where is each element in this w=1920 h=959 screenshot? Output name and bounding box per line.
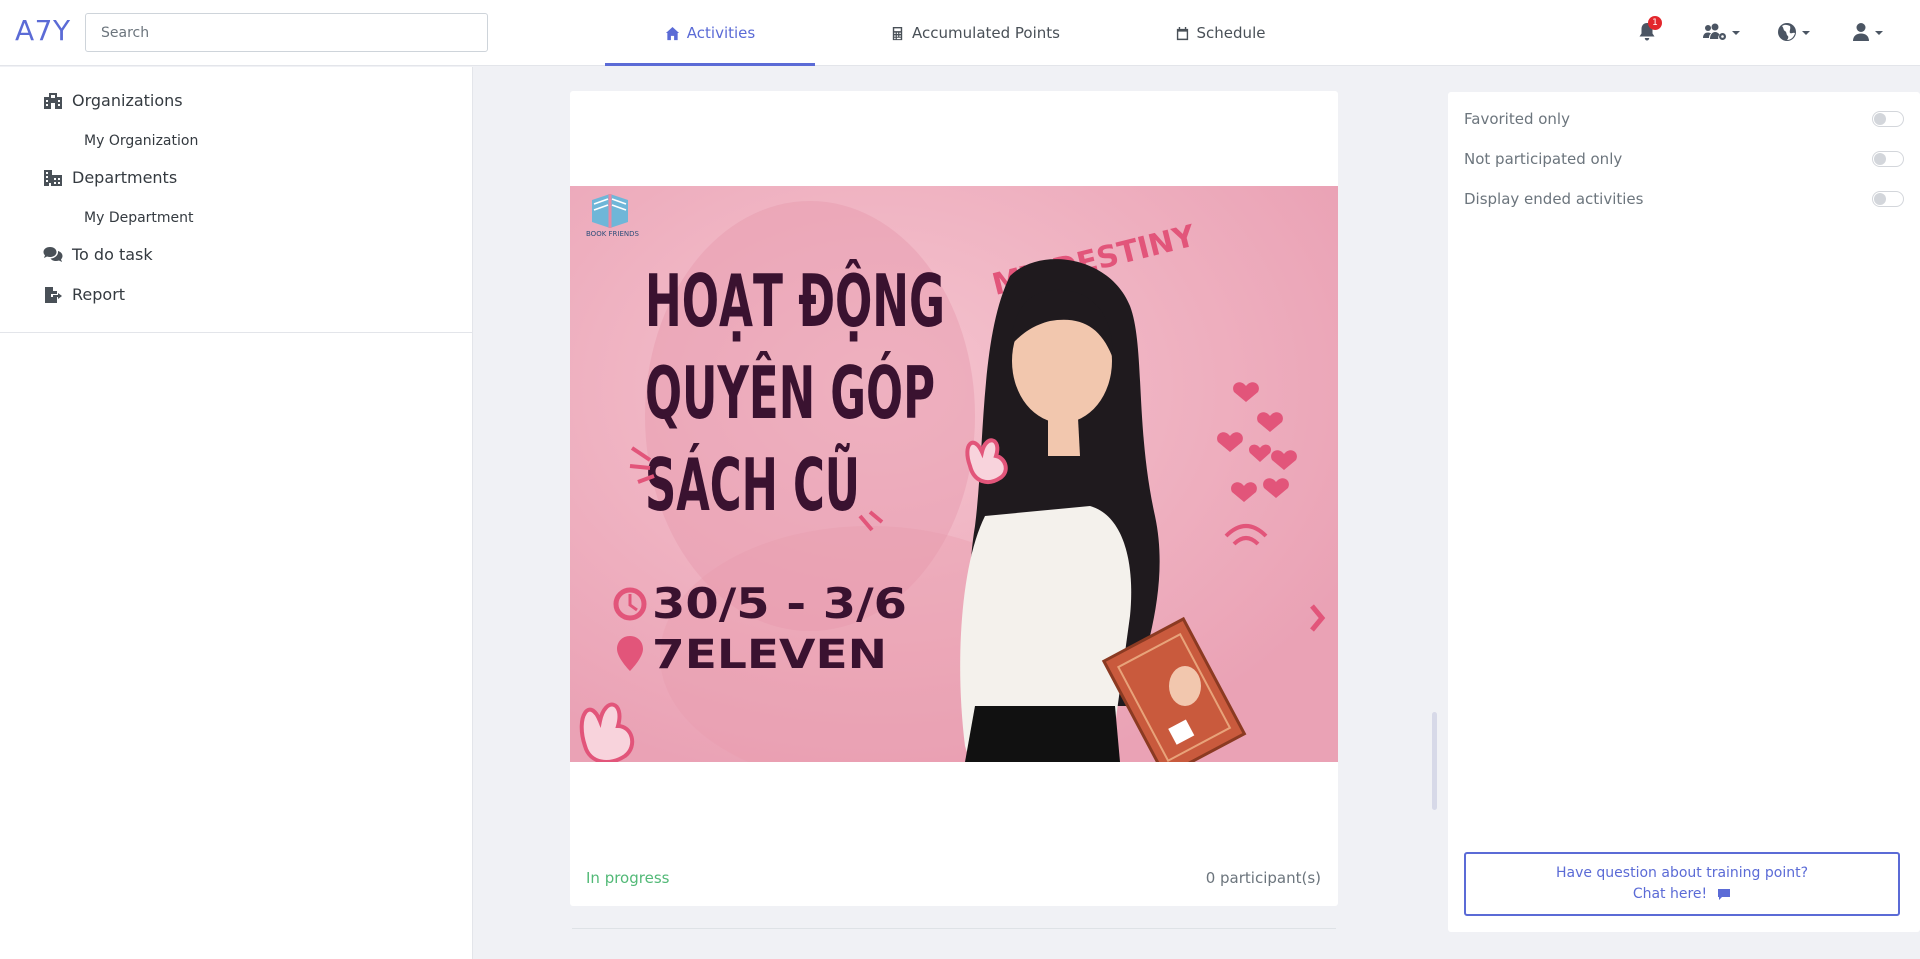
filter-label: Favorited only — [1464, 110, 1570, 128]
globe-icon — [1778, 23, 1796, 41]
filter-favorited-only: Favorited only — [1464, 107, 1904, 131]
sidebar-menu: Organizations My Organization Department… — [0, 67, 472, 333]
sidebar-item-label: To do task — [72, 245, 153, 264]
sidebar-item-report[interactable]: Report — [43, 285, 125, 304]
users-cog-icon — [1703, 23, 1726, 40]
users-menu-button[interactable] — [1703, 20, 1740, 44]
tab-label: Accumulated Points — [912, 24, 1060, 42]
tab-activities[interactable]: Activities — [605, 0, 815, 66]
help-line-2: Chat here! — [1633, 884, 1731, 905]
sidebar-item-organizations[interactable]: Organizations — [43, 91, 183, 110]
main-tabs: Activities Accumulated Points Schedule — [605, 0, 1305, 66]
display-ended-toggle[interactable] — [1872, 191, 1904, 207]
help-line-2-text: Chat here! — [1632, 886, 1708, 902]
chevron-down-icon — [1732, 31, 1740, 35]
tab-label: Activities — [686, 24, 756, 42]
feed-scrollbar[interactable] — [1432, 712, 1437, 810]
building-icon — [44, 92, 62, 109]
chat-help-button[interactable]: Have question about training point? Chat… — [1464, 852, 1900, 916]
sidebar-item-todo-task[interactable]: To do task — [43, 245, 153, 264]
banner-logo-text: BOOK FRIENDS — [586, 230, 640, 238]
activity-banner-image[interactable]: BOOK FRIENDS HOẠT ĐỘNG QUYÊN GÓP SÁCH CŨ… — [570, 186, 1338, 762]
banner-location: 7ELEVEN — [652, 632, 887, 678]
sidebar-item-label: Organizations — [72, 91, 183, 110]
language-menu-button[interactable] — [1777, 20, 1810, 44]
chevron-down-icon — [1875, 31, 1883, 35]
user-icon — [1853, 23, 1869, 41]
file-export-icon — [45, 286, 62, 303]
calculator-icon — [892, 26, 903, 40]
sidebar-item-my-department[interactable]: My Department — [84, 210, 194, 226]
filter-panel: Favorited only Not participated only Dis… — [1448, 92, 1920, 932]
filter-display-ended: Display ended activities — [1464, 187, 1904, 211]
comments-icon — [43, 246, 63, 262]
calendar-icon — [1176, 26, 1188, 40]
banner-title-line-3: SÁCH CŨ — [645, 443, 860, 527]
tab-label: Schedule — [1196, 24, 1266, 42]
sidebar-item-departments[interactable]: Departments — [43, 168, 177, 187]
participant-count: 0 participant(s) — [1205, 869, 1321, 887]
tab-accumulated-points[interactable]: Accumulated Points — [815, 0, 1135, 66]
sidebar-item-label: Report — [72, 285, 126, 304]
city-icon — [44, 169, 62, 186]
activity-card[interactable]: BOOK FRIENDS HOẠT ĐỘNG QUYÊN GÓP SÁCH CŨ… — [570, 91, 1338, 906]
banner-artwork: BOOK FRIENDS HOẠT ĐỘNG QUYÊN GÓP SÁCH CŨ… — [570, 186, 1338, 762]
next-card-edge — [572, 928, 1336, 929]
filter-label: Not participated only — [1464, 150, 1623, 168]
chevron-down-icon — [1802, 31, 1810, 35]
comment-icon — [1718, 889, 1731, 900]
book-friends-logo — [592, 194, 628, 228]
filter-not-participated-only: Not participated only — [1464, 147, 1904, 171]
sidebar-item-label: Departments — [72, 168, 178, 187]
home-icon — [665, 26, 679, 40]
notification-badge: 1 — [1648, 16, 1662, 30]
top-navbar: A7Y Activities Accumulated Points Schedu… — [0, 0, 1920, 66]
notifications-button[interactable]: 1 — [1638, 16, 1662, 44]
favorited-only-toggle[interactable] — [1872, 111, 1904, 127]
activity-status: In progress — [586, 869, 670, 887]
tab-schedule[interactable]: Schedule — [1135, 0, 1305, 66]
sidebar-item-my-organization[interactable]: My Organization — [84, 133, 198, 149]
search-input[interactable] — [85, 13, 488, 52]
user-menu-button[interactable] — [1852, 20, 1883, 44]
help-line-1: Have question about training point? — [1555, 865, 1809, 881]
banner-title-line-2: QUYÊN GÓP — [645, 351, 935, 435]
banner-title-line-1: HOẠT ĐỘNG — [645, 259, 945, 343]
filter-label: Display ended activities — [1464, 190, 1644, 208]
brand-logo[interactable]: A7Y — [15, 14, 71, 47]
not-participated-only-toggle[interactable] — [1872, 151, 1904, 167]
banner-date: 30/5 - 3/6 — [652, 579, 907, 628]
sidebar: Organizations My Organization Department… — [0, 67, 473, 959]
